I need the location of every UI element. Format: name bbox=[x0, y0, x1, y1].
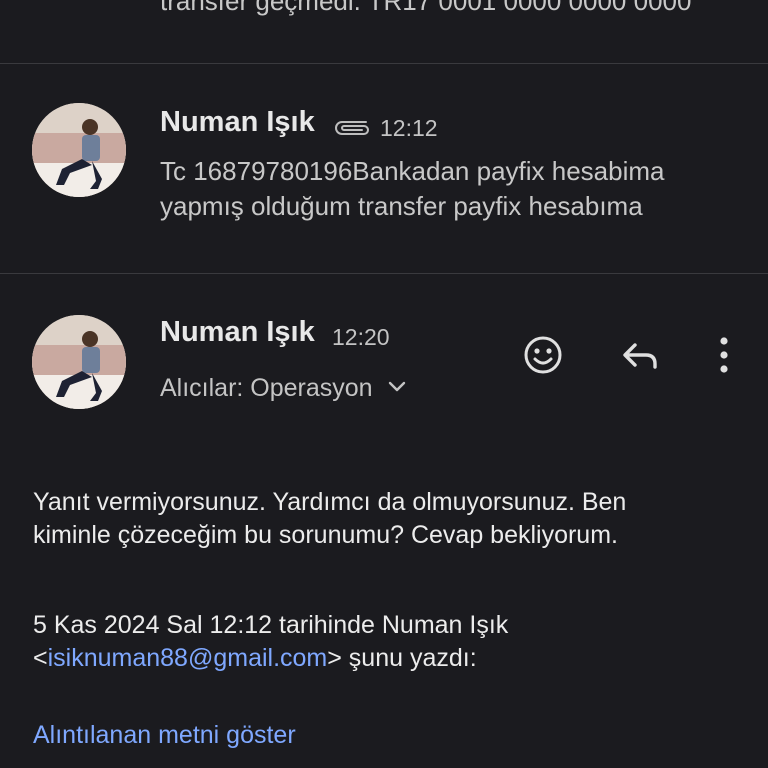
quote-header-line2: <isiknuman88@gmail.com> şunu yazdı: bbox=[33, 642, 733, 675]
smiley-icon bbox=[524, 336, 562, 374]
sender-email-link[interactable]: isiknuman88@gmail.com bbox=[48, 644, 328, 672]
sender-name: Numan Işık bbox=[160, 316, 315, 348]
message-snippet-line2: yapmış olduğum transfer payfix hesabıma bbox=[160, 191, 643, 221]
recipients-label: Alıcılar: Operasyon bbox=[160, 373, 373, 402]
message-snippet-line1: Tc 16879780196Bankadan payfix hesabima bbox=[160, 156, 665, 186]
show-quoted-text-link[interactable]: Alıntılanan metni göster bbox=[33, 721, 296, 750]
more-options-button[interactable] bbox=[702, 333, 746, 377]
add-reaction-button[interactable] bbox=[521, 333, 565, 377]
message-body-line1: Yanıt vermiyorsunuz. Yardımcı da olmuyor… bbox=[33, 488, 627, 516]
chevron-down-icon bbox=[387, 379, 407, 398]
previous-message-snippet: transfer geçmedi. TR17 0001 0000 0000 00… bbox=[160, 0, 692, 16]
paperclip-icon bbox=[330, 113, 370, 144]
recipients-toggle[interactable]: Alıcılar: Operasyon bbox=[160, 370, 407, 406]
quote-prefix: < bbox=[33, 644, 48, 672]
reply-button[interactable] bbox=[618, 333, 662, 377]
avatar-photo bbox=[32, 103, 126, 197]
sender-name: Numan Işık bbox=[160, 106, 315, 138]
reply-icon bbox=[623, 343, 657, 369]
divider bbox=[0, 273, 768, 274]
message-time: 12:20 bbox=[332, 324, 390, 350]
avatar-photo bbox=[32, 315, 126, 409]
more-vert-icon bbox=[720, 337, 728, 373]
avatar[interactable] bbox=[32, 315, 126, 409]
avatar[interactable] bbox=[32, 103, 126, 197]
quote-header-line1: 5 Kas 2024 Sal 12:12 tarihinde Numan Işı… bbox=[33, 611, 509, 639]
quote-suffix: > şunu yazdı: bbox=[327, 644, 477, 672]
message-time: 12:12 bbox=[380, 115, 438, 141]
message-collapsed[interactable]: Numan Işık 12:12 Tc 16879780196Bankadan … bbox=[0, 63, 768, 273]
message-body-line2: kiminle çözeceğim bu sorunumu? Cevap bek… bbox=[33, 521, 618, 549]
